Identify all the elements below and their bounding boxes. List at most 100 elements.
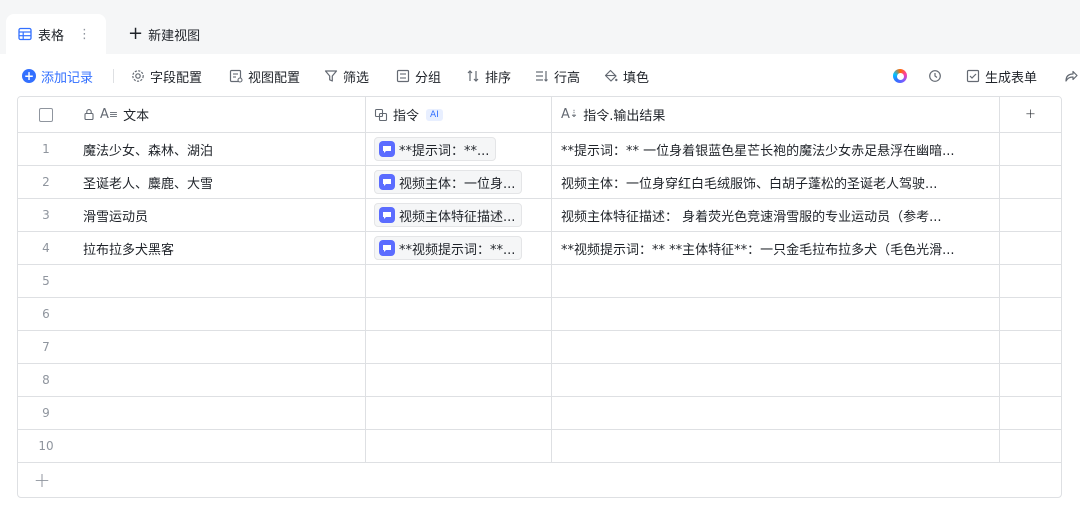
toolbar: + 添加记录 字段配置 视图配置 筛选 分组 排序 行高 填色 生成表单 bbox=[0, 62, 1080, 90]
select-all-checkbox[interactable] bbox=[39, 107, 53, 122]
row-index: 10 bbox=[38, 439, 54, 453]
group-label: 分组 bbox=[415, 70, 442, 86]
command-chip[interactable]: **提示词：**... bbox=[374, 137, 497, 161]
cell-command[interactable] bbox=[366, 430, 552, 462]
cell-command[interactable] bbox=[366, 265, 552, 297]
cell-text[interactable] bbox=[74, 430, 366, 462]
table-row[interactable]: 9 bbox=[18, 397, 1061, 430]
cell-command[interactable]: **提示词：**... bbox=[366, 133, 552, 165]
output-text: **视频提示词：** **主体特征**：一只金毛拉布拉多犬（毛色光滑... bbox=[561, 242, 955, 258]
filter-icon bbox=[324, 69, 338, 83]
add-record-button[interactable]: + 添加记录 bbox=[22, 62, 93, 90]
row-index: 4 bbox=[42, 241, 50, 255]
table-row[interactable]: 1 魔法少女、森林、湖泊 **提示词：**... **提示词：** 一位身着银蓝… bbox=[18, 133, 1061, 166]
fill-color-label: 填色 bbox=[623, 70, 650, 86]
table-row[interactable]: 10 bbox=[18, 430, 1061, 463]
toolbar-divider bbox=[113, 69, 114, 83]
cell-text[interactable]: 圣诞老人、麋鹿、大雪 bbox=[74, 166, 366, 198]
column-header-output[interactable]: A ⇣ 指令.输出结果 bbox=[552, 97, 1000, 132]
cell-output[interactable] bbox=[552, 265, 1000, 297]
cell-text[interactable]: 滑雪运动员 bbox=[74, 199, 366, 231]
cell-text[interactable]: 魔法少女、森林、湖泊 bbox=[74, 133, 366, 165]
view-config-icon bbox=[229, 69, 243, 83]
cell-text[interactable] bbox=[74, 364, 366, 396]
row-index: 8 bbox=[42, 373, 50, 387]
row-index: 6 bbox=[42, 307, 50, 321]
add-row-button[interactable]: + bbox=[18, 465, 66, 495]
filter-label: 筛选 bbox=[343, 70, 370, 86]
cell-output[interactable] bbox=[552, 364, 1000, 396]
grid-table-icon bbox=[18, 27, 32, 41]
cell-command[interactable] bbox=[366, 331, 552, 363]
row-index: 1 bbox=[42, 142, 50, 156]
share-button[interactable] bbox=[1064, 62, 1080, 90]
table-row[interactable]: 5 bbox=[18, 265, 1061, 298]
add-record-label: 添加记录 bbox=[41, 70, 94, 86]
table-row[interactable]: 4 拉布拉多犬黑客 **视频提示词：**... **视频提示词：** **主体特… bbox=[18, 232, 1061, 265]
table-row[interactable]: 6 bbox=[18, 298, 1061, 331]
fill-color-button[interactable]: 填色 bbox=[604, 62, 649, 90]
generate-form-button[interactable]: 生成表单 bbox=[966, 62, 1037, 90]
table-row[interactable]: 2 圣诞老人、麋鹿、大雪 视频主体：一位身... 视频主体：一位身穿红白毛绒服饰… bbox=[18, 166, 1061, 199]
output-text: **提示词：** 一位身着银蓝色星芒长袍的魔法少女赤足悬浮在幽暗... bbox=[561, 143, 955, 159]
ai-chat-icon bbox=[379, 207, 395, 223]
ai-badge: AI bbox=[426, 108, 443, 121]
cell-output[interactable]: 视频主体特征描述： 身着荧光色竞速滑雪服的专业运动员（参考... bbox=[552, 199, 1000, 231]
row-index: 7 bbox=[42, 340, 50, 354]
field-config-button[interactable]: 字段配置 bbox=[131, 62, 202, 90]
ai-assistant-button[interactable] bbox=[893, 62, 907, 90]
cell-output[interactable]: **视频提示词：** **主体特征**：一只金毛拉布拉多犬（毛色光滑... bbox=[552, 232, 1000, 264]
column-header-command[interactable]: 指令 AI bbox=[366, 97, 552, 132]
new-view-button[interactable]: + 新建视图 bbox=[128, 22, 200, 46]
command-text: **视频提示词：**... bbox=[399, 242, 516, 258]
output-text: 视频主体特征描述： 身着荧光色竞速滑雪服的专业运动员（参考... bbox=[561, 209, 942, 225]
form-checkbox-icon bbox=[966, 69, 980, 83]
row-height-button[interactable]: 行高 bbox=[535, 62, 580, 90]
cell-command[interactable]: 视频主体：一位身... bbox=[366, 166, 552, 198]
command-chip[interactable]: 视频主体特征描述... bbox=[374, 203, 523, 227]
group-button[interactable]: 分组 bbox=[396, 62, 441, 90]
column-header-text[interactable]: A ≡ 文本 bbox=[74, 97, 366, 132]
ai-chat-icon bbox=[379, 240, 395, 256]
sort-button[interactable]: 排序 bbox=[466, 62, 511, 90]
ai-command-icon bbox=[374, 108, 388, 122]
row-index: 5 bbox=[42, 274, 50, 288]
table-row[interactable]: 3 滑雪运动员 视频主体特征描述... 视频主体特征描述： 身着荧光色竞速滑雪服… bbox=[18, 199, 1061, 232]
cell-command[interactable] bbox=[366, 397, 552, 429]
add-column-button[interactable]: + bbox=[1000, 97, 1061, 132]
command-text: 视频主体特征描述... bbox=[399, 209, 516, 225]
command-chip[interactable]: 视频主体：一位身... bbox=[374, 170, 523, 194]
tab-more-icon[interactable]: ⋮ bbox=[78, 27, 91, 42]
cell-command[interactable]: **视频提示词：**... bbox=[366, 232, 552, 264]
cell-text[interactable] bbox=[74, 298, 366, 330]
table-row[interactable]: 8 bbox=[18, 364, 1061, 397]
cell-command[interactable]: 视频主体特征描述... bbox=[366, 199, 552, 231]
data-grid: A≡ 文本 指令 AI A⇣ 指令.输出结果 + 1 魔法少女、森林、湖泊 bbox=[17, 96, 1062, 498]
tab-label: 表格 bbox=[38, 28, 65, 44]
cell-text[interactable]: 拉布拉多犬黑客 bbox=[74, 232, 366, 264]
history-clock-icon bbox=[928, 69, 942, 83]
cell-output[interactable]: 视频主体：一位身穿红白毛绒服饰、白胡子蓬松的圣诞老人驾驶... bbox=[552, 166, 1000, 198]
row-index: 9 bbox=[42, 406, 50, 420]
cell-text[interactable] bbox=[74, 397, 366, 429]
group-icon bbox=[396, 69, 410, 83]
command-chip[interactable]: **视频提示词：**... bbox=[374, 236, 523, 260]
view-config-button[interactable]: 视图配置 bbox=[229, 62, 300, 90]
cell-output[interactable] bbox=[552, 430, 1000, 462]
cell-text[interactable] bbox=[74, 331, 366, 363]
cell-command[interactable] bbox=[366, 298, 552, 330]
command-text: 视频主体：一位身... bbox=[399, 176, 516, 192]
command-text: **提示词：**... bbox=[399, 143, 490, 159]
cell-output[interactable] bbox=[552, 331, 1000, 363]
cell-text[interactable] bbox=[74, 265, 366, 297]
filter-button[interactable]: 筛选 bbox=[324, 62, 369, 90]
table-row[interactable]: 7 bbox=[18, 331, 1061, 364]
tab-table-view[interactable]: 表格 ⋮ bbox=[6, 14, 106, 54]
history-button[interactable] bbox=[928, 62, 947, 90]
cell-output[interactable] bbox=[552, 397, 1000, 429]
cell-output[interactable] bbox=[552, 298, 1000, 330]
row-index: 2 bbox=[42, 175, 50, 189]
cell-output[interactable]: **提示词：** 一位身着银蓝色星芒长袍的魔法少女赤足悬浮在幽暗... bbox=[552, 133, 1000, 165]
ai-text-output-icon: A ⇣ bbox=[561, 107, 579, 122]
cell-command[interactable] bbox=[366, 364, 552, 396]
